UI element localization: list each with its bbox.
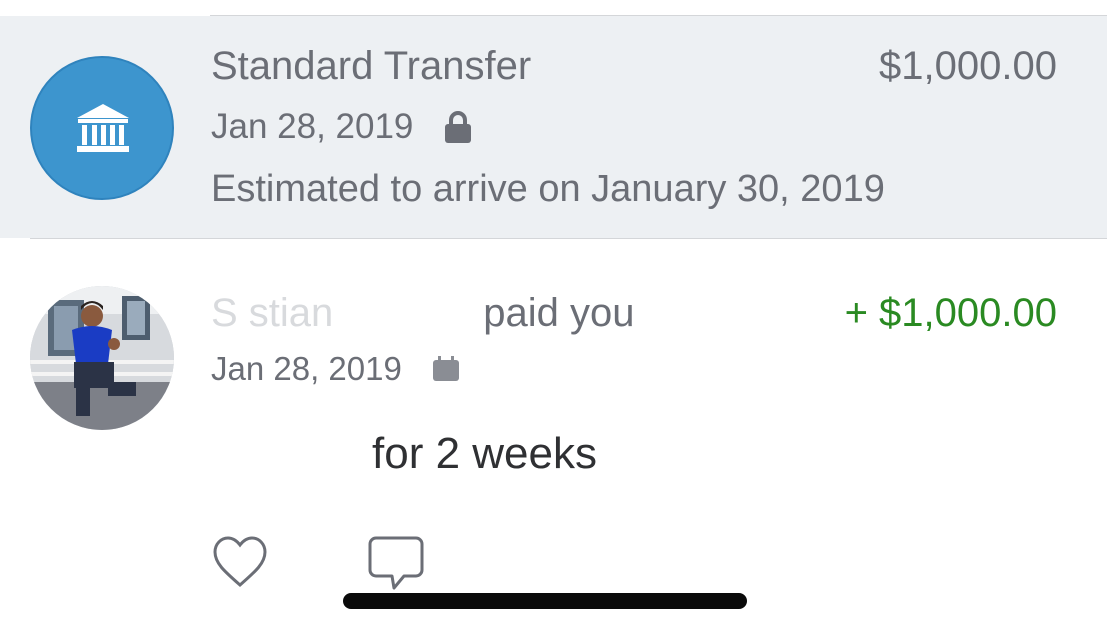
- profile-photo: [30, 286, 174, 430]
- comment-icon[interactable]: [368, 536, 424, 592]
- transfer-meta: Jan 28, 2019: [211, 105, 473, 149]
- transfer-row[interactable]: Standard Transfer $1,000.00 Jan 28, 2019…: [0, 16, 1107, 238]
- payment-title: S stian paid you: [211, 290, 635, 336]
- lock-icon: [445, 111, 472, 143]
- payment-meta: Jan 28, 2019: [211, 347, 460, 391]
- transfer-title: Standard Transfer: [211, 44, 532, 88]
- activity-feed: Standard Transfer $1,000.00 Jan 28, 2019…: [0, 0, 1107, 633]
- transfer-amount: $1,000.00: [879, 44, 1057, 88]
- redacted-name: [333, 297, 484, 334]
- avatar[interactable]: [30, 286, 174, 430]
- calendar-icon: [432, 356, 459, 381]
- heart-icon[interactable]: [212, 535, 268, 589]
- bank-icon: [77, 104, 129, 152]
- home-indicator[interactable]: [343, 593, 747, 609]
- payer-name[interactable]: S stian: [211, 291, 333, 335]
- divider: [30, 238, 1107, 239]
- payment-action: paid you: [483, 291, 635, 335]
- payment-date: Jan 28, 2019: [211, 350, 402, 387]
- bank-avatar: [30, 56, 174, 200]
- transfer-date: Jan 28, 2019: [211, 107, 414, 146]
- transfer-arrival-estimate: Estimated to arrive on January 30, 2019: [211, 168, 885, 210]
- payment-note: for 2 weeks: [372, 429, 597, 478]
- payment-amount: + $1,000.00: [844, 291, 1057, 335]
